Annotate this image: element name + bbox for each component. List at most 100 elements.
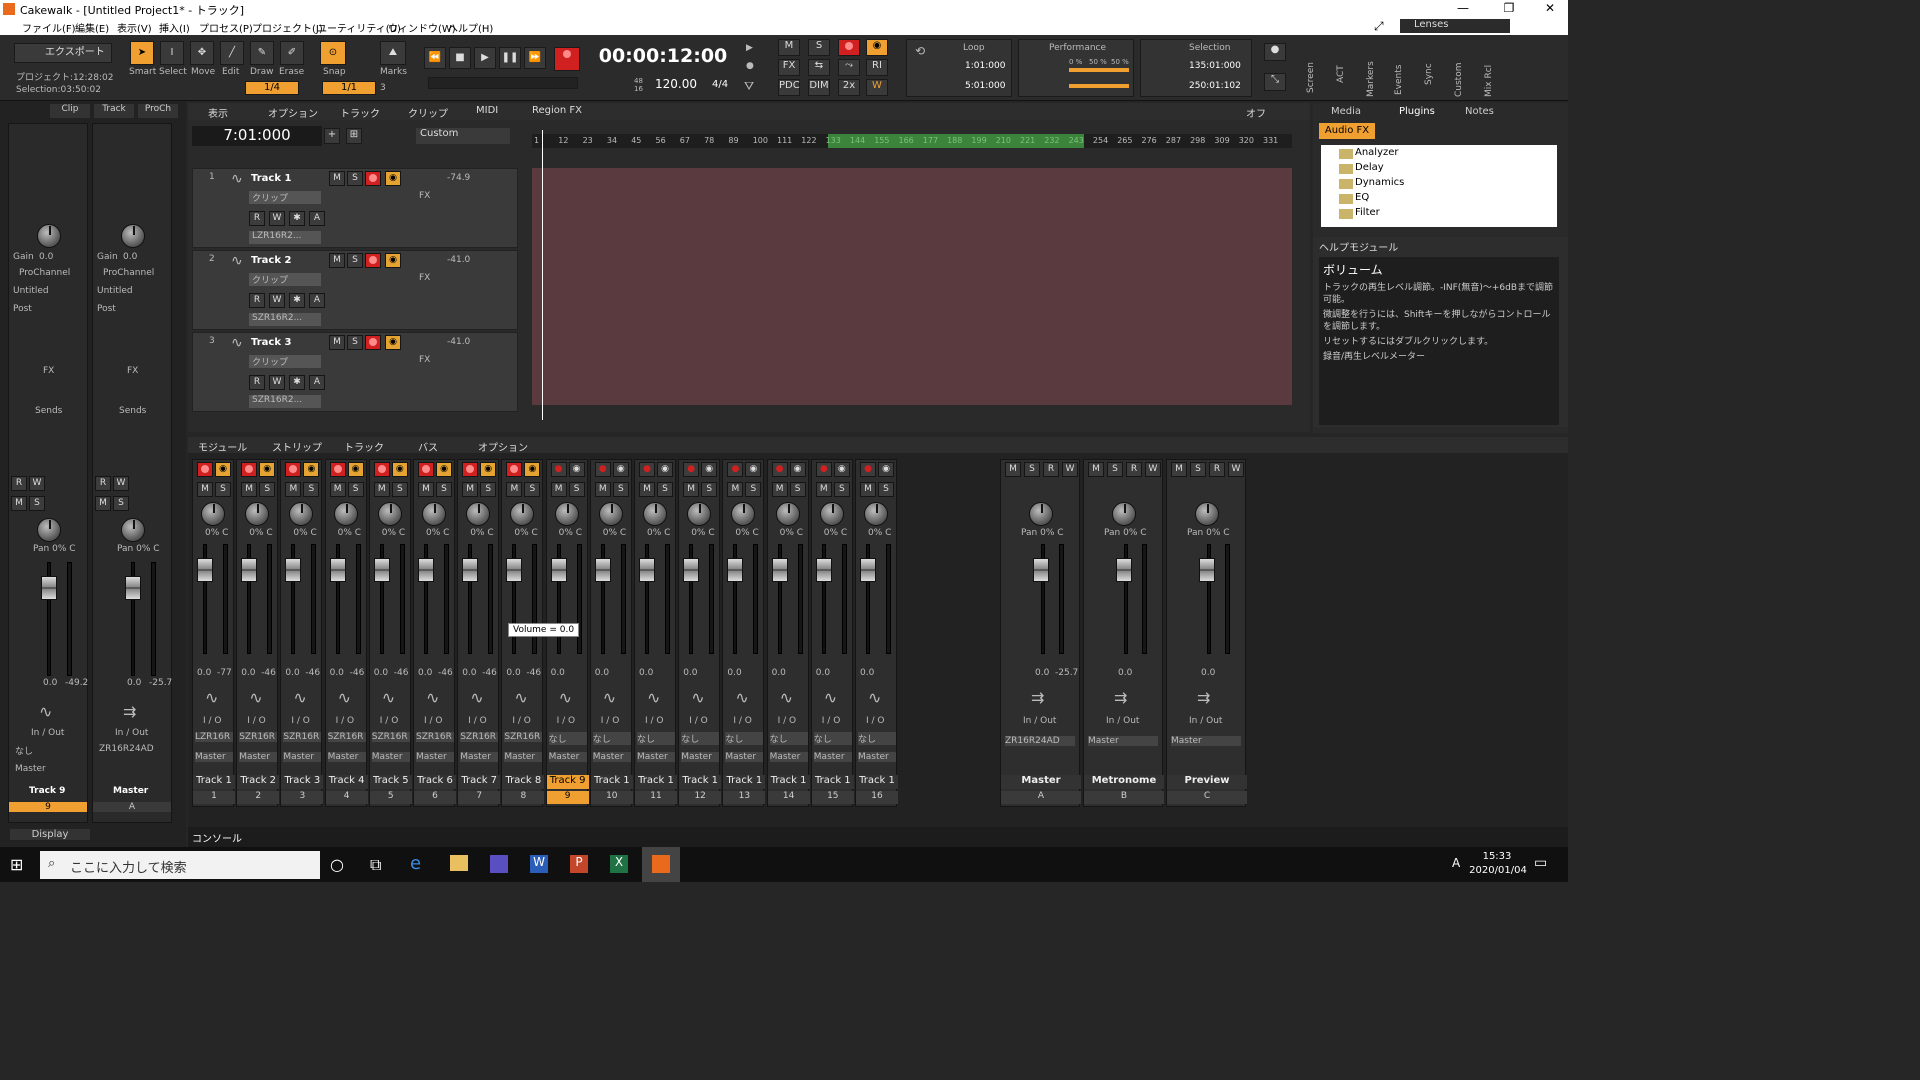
act-tab[interactable]: ACT — [1336, 65, 1346, 83]
now-time-slider[interactable] — [428, 77, 578, 89]
channel-pan-knob[interactable] — [201, 502, 225, 526]
clock-date[interactable]: 2020/01/04 — [1468, 865, 1528, 876]
screen-tab[interactable]: Screen — [1306, 62, 1316, 93]
channel-pan-knob[interactable] — [333, 502, 358, 526]
channel-echo-icon[interactable]: ◉ — [833, 462, 850, 477]
channel-arm-icon[interactable]: ● — [594, 462, 611, 477]
channel-pan-knob[interactable] — [775, 502, 800, 526]
track-view-preset[interactable]: Custom — [416, 128, 510, 144]
menu-insert[interactable]: 挿入(I) — [159, 20, 190, 35]
channel-input[interactable]: SZR16R — [371, 732, 410, 742]
channel-volume-fader[interactable] — [639, 558, 655, 582]
track-header[interactable]: 3 ∿ Track 3 M S ◉ -41.0 クリップ FX R W ✱ A SZR16R2... — [192, 332, 518, 412]
automation-read-icon[interactable]: ⇆ — [808, 59, 830, 76]
input-dropdown[interactable]: SZR16R2... — [249, 313, 321, 326]
tv-menu-clip[interactable]: クリップ — [408, 105, 448, 120]
channel-echo-icon[interactable]: ◉ — [303, 462, 320, 477]
archive-icon[interactable]: ✱ — [289, 211, 305, 226]
loop-toggle-icon[interactable]: ⟲ — [915, 44, 925, 58]
play-icon[interactable]: ▶ — [474, 47, 496, 69]
input-dropdown[interactable]: SZR16R2... — [249, 395, 321, 408]
tv-menu-options[interactable]: オプション — [268, 105, 318, 120]
console-menu-strip[interactable]: ストリップ — [272, 439, 322, 454]
channel-name[interactable]: Track 8 — [502, 775, 545, 789]
clip-dropdown[interactable]: クリップ — [249, 191, 321, 204]
bus-r-button[interactable]: R — [1126, 462, 1142, 477]
events-tab[interactable]: Events — [1394, 65, 1404, 95]
plugin-folder[interactable]: Analyzer — [1355, 147, 1399, 158]
channel-input[interactable]: SZR16R — [239, 732, 278, 742]
bus-r-button[interactable]: R — [1209, 462, 1225, 477]
channel-output[interactable]: Master — [239, 752, 278, 762]
channel-output[interactable]: Master — [637, 752, 675, 762]
channel-name[interactable]: Track 6 — [414, 775, 456, 789]
play-small-icon[interactable]: ▶ — [746, 43, 753, 53]
punch-icon[interactable]: ● — [1264, 43, 1286, 61]
automation-read-icon[interactable]: R — [249, 211, 265, 226]
channel-volume-fader[interactable] — [241, 558, 258, 582]
edge-icon[interactable]: e — [410, 853, 421, 874]
mute-button[interactable]: M — [11, 496, 27, 511]
expand-icon[interactable]: ⤢ — [1374, 19, 1384, 34]
channel-output[interactable]: Master — [460, 752, 499, 762]
channel-output[interactable]: Master — [725, 752, 764, 762]
channel-pan-knob[interactable] — [598, 502, 623, 526]
channel-solo-button[interactable]: S — [878, 482, 894, 497]
channel-name[interactable]: Track 1 — [679, 775, 722, 789]
channel-echo-icon[interactable]: ◉ — [612, 462, 629, 477]
channel-output[interactable]: Master — [416, 752, 454, 762]
minimize-button[interactable]: — — [1448, 1, 1478, 15]
automation-write-icon[interactable]: W — [269, 293, 285, 308]
bus-m-button[interactable]: M — [1171, 462, 1187, 477]
archive-icon[interactable]: ✱ — [289, 375, 305, 390]
channel-output[interactable]: Master — [371, 752, 410, 762]
plugin-folder[interactable]: EQ — [1355, 192, 1369, 203]
pause-icon[interactable]: ❚❚ — [499, 47, 521, 69]
track-name[interactable]: Track 2 — [251, 255, 291, 266]
console-menu-module[interactable]: モジュール — [198, 439, 247, 454]
channel-name[interactable]: Track 1 — [811, 775, 854, 789]
input-echo-icon[interactable]: ◉ — [385, 335, 401, 350]
archive-a-icon[interactable]: A — [309, 375, 325, 390]
pdc-button[interactable]: PDC — [778, 79, 800, 96]
channel-name[interactable]: Track 1 — [856, 775, 898, 789]
channel-echo-icon[interactable]: ◉ — [391, 462, 408, 477]
channel-pan-knob[interactable] — [819, 502, 844, 526]
input-echo-icon[interactable]: ◉ — [385, 171, 401, 186]
selection-start[interactable]: 135:01:000 — [1189, 61, 1241, 71]
input-dropdown[interactable]: LZR16R2... — [249, 231, 321, 244]
channel-arm-icon[interactable]: ● — [771, 462, 788, 477]
bus-pan-knob[interactable] — [1112, 502, 1136, 526]
channel-volume-fader[interactable] — [329, 558, 346, 582]
channel-output[interactable]: Master — [592, 752, 631, 762]
channel-echo-icon[interactable]: ◉ — [789, 462, 806, 477]
channel-name[interactable]: Track 1 — [723, 775, 766, 789]
selection-end[interactable]: 250:01:102 — [1189, 81, 1241, 91]
notification-icon[interactable]: ▭ — [1534, 855, 1547, 871]
automation-write-icon[interactable]: W — [269, 375, 285, 390]
channel-name[interactable]: Track 1 — [635, 775, 677, 789]
channel-volume-fader[interactable] — [506, 558, 523, 582]
channel-mute-button[interactable]: M — [285, 482, 302, 497]
loop-end[interactable]: 5:01:000 — [965, 81, 1005, 91]
channel-volume-fader[interactable] — [683, 558, 700, 582]
channel-mute-button[interactable]: M — [241, 482, 258, 497]
channel-name[interactable]: Track 4 — [325, 775, 368, 789]
erase-tool-icon[interactable]: ✐ — [280, 41, 304, 65]
channel-solo-button[interactable]: S — [612, 482, 629, 497]
bus-name[interactable]: Metronome — [1084, 775, 1164, 789]
channel-output[interactable]: Master — [813, 752, 852, 762]
tv-menu-midi[interactable]: MIDI — [476, 105, 498, 116]
word-icon[interactable]: W — [530, 855, 548, 873]
browser-tab-media[interactable]: Media — [1331, 106, 1361, 117]
punch-range-icon[interactable]: ⤡ — [1264, 73, 1286, 91]
channel-solo-button[interactable]: S — [701, 482, 718, 497]
channel-mute-button[interactable]: M — [329, 482, 346, 497]
channel-volume-fader[interactable] — [418, 558, 434, 582]
bus-pan-knob[interactable] — [1195, 502, 1219, 526]
channel-pan-knob[interactable] — [422, 502, 446, 526]
channel-arm-icon[interactable] — [241, 462, 258, 477]
channel-volume-fader[interactable] — [462, 558, 479, 582]
track-header[interactable]: 1 ∿ Track 1 M S ◉ -74.9 クリップ FX R W ✱ A LZR16R2... — [192, 168, 518, 248]
input-echo-icon[interactable]: ◉ — [866, 39, 888, 56]
